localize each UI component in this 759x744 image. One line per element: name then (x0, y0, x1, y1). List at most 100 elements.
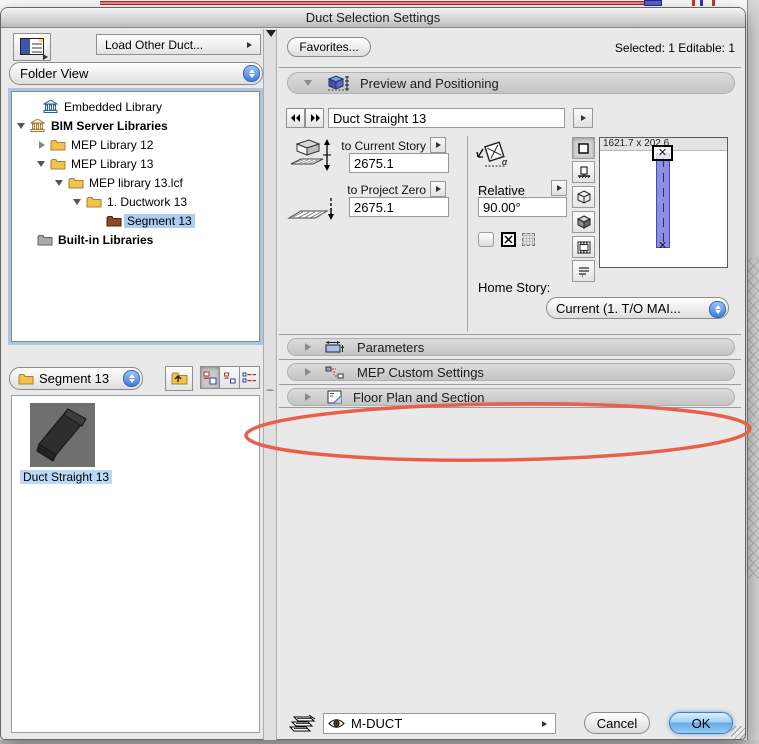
current-folder-select[interactable]: Segment 13 (9, 367, 143, 390)
film-frame-icon (577, 241, 590, 253)
library-icon (42, 100, 59, 113)
duct-straight-label[interactable]: Duct Straight 13 (20, 470, 113, 484)
favorites-button[interactable]: Favorites... (287, 37, 371, 57)
splitter-grip-icon (266, 389, 274, 393)
disclosure-closed-icon[interactable] (39, 140, 45, 149)
section-floor-plan-and-section[interactable]: Floor Plan and Section (287, 388, 735, 406)
tree-item-ductwork-13[interactable]: 1. Ductwork 13 (12, 192, 259, 211)
anchor-selected-icon[interactable] (501, 232, 516, 247)
background-hatch-pattern (748, 258, 759, 578)
previous-item-button[interactable] (286, 108, 305, 128)
settings-layout-button[interactable] (13, 33, 51, 61)
chevron-right-icon (43, 54, 48, 60)
cancel-button[interactable]: Cancel (584, 712, 650, 734)
library-part-list[interactable]: Duct Straight 13 (11, 395, 260, 733)
load-other-duct-button[interactable]: Load Other Duct... (96, 34, 261, 55)
background-tick (712, 0, 715, 6)
to-current-story-menu-button[interactable] (430, 137, 446, 153)
disclosure-open-icon[interactable] (37, 160, 45, 167)
disclosure-closed-icon (305, 368, 311, 376)
to-project-zero-menu-button[interactable] (430, 181, 446, 197)
tree-item-mep-library-13-lcf[interactable]: MEP library 13.lcf (12, 173, 259, 192)
tree-item-mep-library-12[interactable]: MEP Library 12 (12, 135, 259, 154)
preview-3d-wireframe-button[interactable] (572, 186, 595, 208)
preview-pane[interactable]: 1621.7 x 202.6 ✕ ✕ (599, 137, 728, 268)
rewind-icon (290, 114, 300, 122)
tree-item-bim-server-libraries[interactable]: BIM Server Libraries (12, 116, 259, 135)
divider (279, 67, 741, 68)
folder-up-button[interactable] (165, 366, 193, 391)
stepper-icon (709, 300, 726, 318)
tree-item-label: MEP Library 12 (71, 137, 154, 152)
selection-status: Selected: 1 Editable: 1 (614, 41, 735, 55)
folder-view-select[interactable]: Folder View (9, 62, 263, 85)
library-tree[interactable]: Embedded Library BIM Server Libraries ME… (11, 91, 260, 342)
tree-item-label: Built-in Libraries (58, 232, 154, 247)
rotation-angle-field[interactable]: 90.00° (478, 197, 567, 217)
disclosure-open-icon[interactable] (73, 198, 81, 205)
preview-photo-button[interactable] (572, 236, 595, 258)
preview-2d-symbol-button[interactable] (572, 137, 595, 159)
disclosure-open-icon (304, 80, 312, 86)
disclosure-open-icon[interactable] (55, 179, 63, 186)
info-text-icon: I (578, 266, 589, 278)
disclosure-closed-icon (305, 343, 311, 351)
section-parameters[interactable]: Parameters (287, 338, 735, 356)
chevron-right-icon (542, 720, 547, 727)
element-name-field[interactable]: Duct Straight 13 (328, 108, 565, 128)
disclosure-open-icon[interactable] (17, 122, 25, 129)
tree-item-embedded-library[interactable]: Embedded Library (12, 97, 259, 116)
duct-preview-shape (656, 153, 670, 248)
anchor-alternate-icon[interactable] (522, 233, 535, 246)
selection-handle-icon[interactable]: ✕ (652, 145, 673, 161)
home-story-select[interactable]: Current (1. T/O MAI... (546, 297, 729, 319)
folder-up-icon (170, 370, 188, 388)
chevron-right-icon (435, 142, 441, 148)
panel-splitter[interactable] (263, 29, 277, 740)
mirror-checkbox[interactable] (478, 232, 494, 247)
fast-forward-icon (310, 114, 320, 122)
folder-gray-icon (36, 234, 53, 246)
duct-straight-thumbnail[interactable] (30, 403, 95, 467)
to-current-story-label: to Current Story (341, 139, 426, 153)
folder-icon (85, 196, 102, 208)
tree-item-built-in-libraries[interactable]: Built-in Libraries (12, 230, 259, 249)
resize-grip[interactable] (731, 726, 745, 739)
preview-info-button[interactable]: I (572, 260, 595, 282)
view-large-icons-button[interactable] (200, 366, 220, 389)
collapse-panel-icon[interactable] (266, 30, 276, 37)
ok-label: OK (691, 715, 711, 731)
tree-item-mep-library-13[interactable]: MEP Library 13 (12, 154, 259, 173)
dialog-title: Duct Selection Settings (305, 10, 441, 25)
preview-front-view-button[interactable] (572, 161, 595, 183)
square-icon (578, 142, 589, 154)
tree-item-label: Embedded Library (64, 99, 163, 114)
element-name-menu-button[interactable] (573, 108, 593, 128)
divider (279, 334, 741, 335)
to-current-story-field[interactable]: 2675.1 (349, 153, 449, 173)
section-preview-positioning[interactable]: Preview and Positioning (287, 72, 735, 94)
endpoint-marker-icon: ✕ (658, 240, 668, 252)
disclosure-closed-icon (305, 393, 311, 401)
chevron-right-icon (580, 115, 586, 121)
parameters-icon (325, 340, 345, 354)
to-project-zero-field[interactable]: 2675.1 (349, 197, 449, 217)
background-app-bottom (0, 740, 759, 744)
load-other-duct-label: Load Other Duct... (105, 37, 204, 52)
view-list-button[interactable] (240, 366, 260, 389)
rotation-menu-button[interactable] (551, 180, 567, 196)
rotation-mode-label: Relative (478, 183, 525, 198)
preview-3d-shaded-button[interactable] (572, 211, 595, 233)
tree-item-segment-13[interactable]: Segment 13 (12, 211, 259, 230)
ok-button[interactable]: OK (669, 712, 733, 734)
elevation-bottom-icon (287, 196, 337, 227)
section-mep-custom-settings[interactable]: MEP Custom Settings (287, 363, 735, 381)
floor-plan-icon (327, 390, 342, 404)
layer-select[interactable]: M-DUCT (323, 713, 556, 734)
svg-text:I: I (582, 273, 583, 278)
next-item-button[interactable] (305, 108, 324, 128)
view-small-icons-button[interactable] (220, 366, 240, 389)
eye-icon (328, 718, 345, 729)
dialog-title-bar[interactable]: Duct Selection Settings (1, 8, 745, 28)
tree-item-label: MEP Library 13 (71, 156, 154, 171)
